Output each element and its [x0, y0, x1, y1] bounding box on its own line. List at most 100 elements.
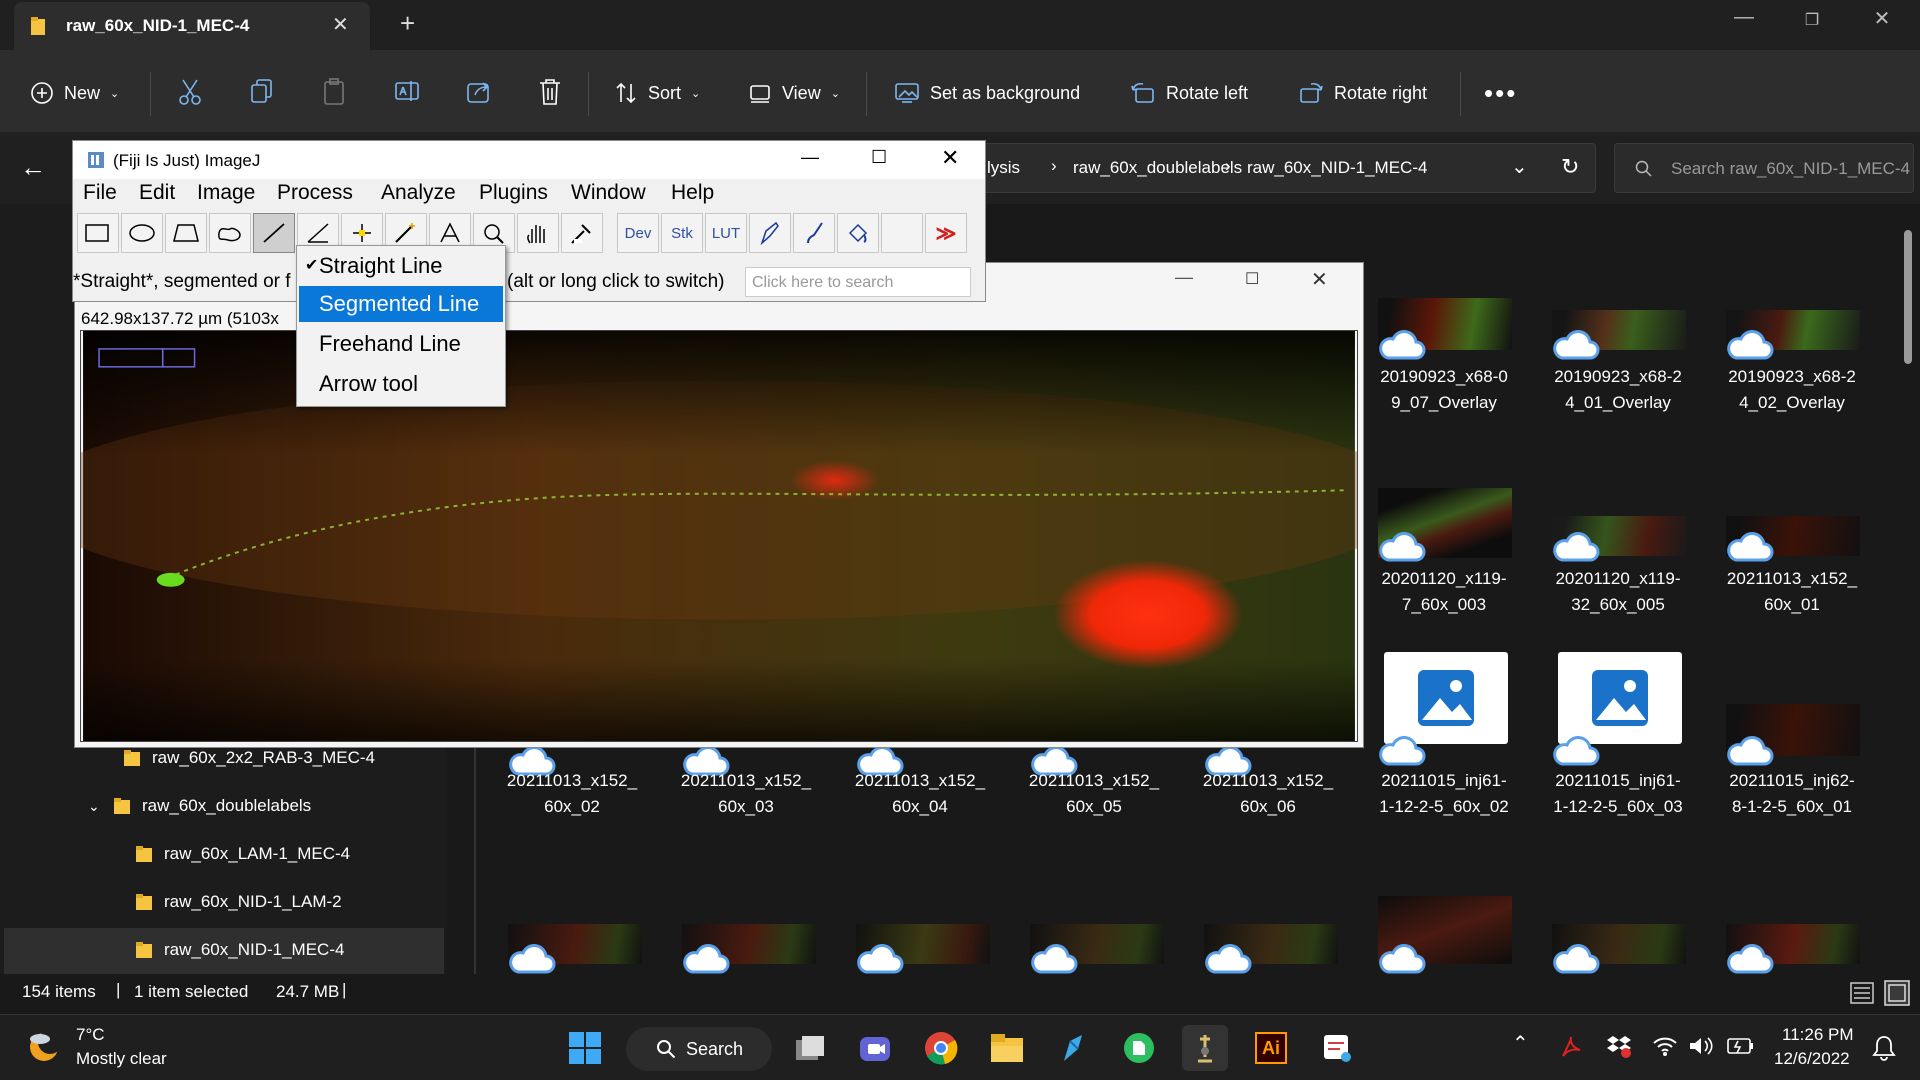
volume-icon[interactable] [1688, 1035, 1714, 1057]
line-tool-icon[interactable] [253, 213, 295, 253]
tree-item[interactable]: raw_60x_NID-1_LAM-2 [134, 882, 342, 922]
battery-icon[interactable] [1726, 1035, 1756, 1057]
copy-icon[interactable] [250, 78, 274, 104]
menu-item-segmented-line[interactable]: Segmented Line [299, 286, 503, 322]
polygon-tool-icon[interactable] [165, 213, 207, 253]
dropper-tool-icon[interactable] [561, 213, 603, 253]
search-input[interactable]: Search raw_60x_NID-1_MEC-4 [1614, 143, 1914, 193]
breadcrumb-item[interactable]: raw_60x_NID-1_MEC-4 [1247, 158, 1427, 178]
developer-menu-button[interactable]: Dev [617, 213, 659, 253]
tab-close-icon[interactable]: ✕ [332, 12, 349, 37]
menu-file[interactable]: File [83, 181, 117, 205]
chevron-up-icon[interactable]: ⌃ [1512, 1031, 1529, 1056]
refresh-icon[interactable]: ↻ [1561, 154, 1579, 180]
pencil-tool-icon[interactable] [749, 213, 791, 253]
new-tab-icon[interactable]: + [400, 8, 415, 39]
paste-icon[interactable] [322, 78, 346, 106]
breadcrumb-item[interactable]: raw_60x_doublelabels [1073, 158, 1242, 178]
rotate-left-button[interactable]: Rotate left [1130, 78, 1248, 108]
minimize-icon[interactable]: — [801, 147, 819, 168]
more-tools-icon[interactable]: ≫ [925, 213, 967, 253]
file-name-line: 20190923_x68-0 [1380, 367, 1508, 386]
close-icon[interactable]: ✕ [1311, 267, 1328, 292]
tab-current[interactable]: raw_60x_NID-1_MEC-4 ✕ [14, 2, 370, 50]
pane-divider[interactable] [474, 720, 476, 974]
acrobat-icon[interactable] [1560, 1035, 1582, 1059]
wifi-icon[interactable] [1652, 1035, 1678, 1057]
menu-analyze[interactable]: Analyze [381, 181, 456, 205]
menu-item-straight-line[interactable]: ✔ Straight Line [299, 248, 503, 284]
snipping-tool-icon[interactable] [1314, 1025, 1360, 1071]
chevron-down-icon[interactable]: ⌄ [1511, 154, 1528, 179]
delete-icon[interactable] [538, 78, 562, 106]
menu-help[interactable]: Help [671, 181, 714, 205]
sort-button[interactable]: Sort ⌄ [614, 78, 700, 108]
notification-bell-icon[interactable] [1872, 1035, 1896, 1061]
command-search-input[interactable]: Click here to search [745, 267, 971, 297]
restore-icon[interactable]: ❐ [1792, 10, 1832, 30]
lut-menu-button[interactable]: LUT [705, 213, 747, 253]
menu-process[interactable]: Process [277, 181, 353, 205]
rectangle-tool-icon[interactable] [77, 213, 119, 253]
dropbox-icon[interactable] [1606, 1033, 1632, 1059]
teams-chat-icon[interactable] [852, 1025, 898, 1071]
minimize-icon[interactable]: — [1175, 267, 1193, 288]
flood-fill-tool-icon[interactable] [837, 213, 879, 253]
tree-item[interactable]: raw_60x_NID-1_MEC-4 [134, 930, 344, 970]
large-icons-view-icon[interactable] [1884, 980, 1910, 1006]
menu-item-arrow-tool[interactable]: Arrow tool [299, 366, 503, 402]
address-bar[interactable]: lysis › raw_60x_doublelabels › raw_60x_N… [980, 143, 1596, 193]
menu-edit[interactable]: Edit [139, 181, 175, 205]
taskbar-search[interactable]: Search [626, 1027, 772, 1071]
share-icon[interactable] [466, 78, 492, 104]
task-view-icon[interactable] [788, 1025, 834, 1071]
micrograph-canvas[interactable] [80, 330, 1358, 742]
clock-time[interactable]: 11:26 PM [1782, 1025, 1854, 1045]
breadcrumb-item[interactable]: lysis [987, 158, 1020, 178]
cut-icon[interactable] [178, 78, 202, 106]
set-as-background-button[interactable]: Set as background [894, 78, 1080, 108]
weather-moon-icon[interactable] [24, 1027, 64, 1067]
brush-tool-icon[interactable] [793, 213, 835, 253]
chevron-down-icon[interactable]: ⌄ [88, 798, 102, 815]
stack-menu-button[interactable]: Stk [661, 213, 703, 253]
new-button[interactable]: New ⌄ [30, 78, 119, 108]
menu-item-freehand-line[interactable]: Freehand Line [299, 326, 503, 362]
fiji-icon[interactable] [1182, 1025, 1228, 1071]
close-icon[interactable]: ✕ [941, 145, 959, 171]
rename-icon[interactable] [394, 78, 420, 104]
status-hint: (alt or long click to switch) [507, 271, 725, 292]
imagej-titlebar[interactable]: (Fiji Is Just) ImageJ — ☐ ✕ [73, 141, 985, 179]
close-window-icon[interactable]: ✕ [1862, 6, 1902, 31]
divider [1460, 72, 1461, 116]
minimize-icon[interactable]: — [1724, 6, 1764, 29]
maximize-icon[interactable]: ☐ [1245, 269, 1259, 289]
tree-item[interactable]: raw_60x_LAM-1_MEC-4 [134, 834, 350, 874]
menu-image[interactable]: Image [197, 181, 255, 205]
file-name-line: 9_07_Overlay [1391, 393, 1497, 412]
chrome-icon[interactable] [918, 1025, 964, 1071]
file-explorer-icon[interactable] [984, 1025, 1030, 1071]
rotate-right-button[interactable]: Rotate right [1298, 78, 1427, 108]
status-bar: 154 items | 1 item selected 24.7 MB | [0, 974, 1920, 1014]
oval-tool-icon[interactable] [121, 213, 163, 253]
freehand-tool-icon[interactable] [209, 213, 251, 253]
start-button[interactable] [562, 1025, 608, 1071]
illustrator-icon[interactable]: Ai [1248, 1025, 1294, 1071]
hand-tool-icon[interactable] [517, 213, 559, 253]
tree-item[interactable]: ⌄ raw_60x_doublelabels [88, 786, 311, 826]
menu-window[interactable]: Window [571, 181, 646, 205]
maximize-icon[interactable]: ☐ [871, 147, 887, 168]
menu-plugins[interactable]: Plugins [479, 181, 548, 205]
vertical-scrollbar[interactable] [1904, 230, 1912, 364]
empty-tool-slot[interactable] [881, 213, 923, 253]
details-view-icon[interactable] [1850, 982, 1874, 1004]
file-name-line: 7_60x_003 [1401, 595, 1487, 614]
view-button[interactable]: View ⌄ [748, 78, 840, 108]
selection-size: 24.7 MB [276, 982, 340, 1001]
more-options-icon[interactable]: ••• [1484, 78, 1517, 109]
clock-date[interactable]: 12/6/2022 [1774, 1049, 1850, 1069]
pen-app-icon[interactable] [1050, 1025, 1096, 1071]
back-arrow-icon[interactable]: ← [20, 152, 46, 183]
evernote-icon[interactable] [1116, 1025, 1162, 1071]
